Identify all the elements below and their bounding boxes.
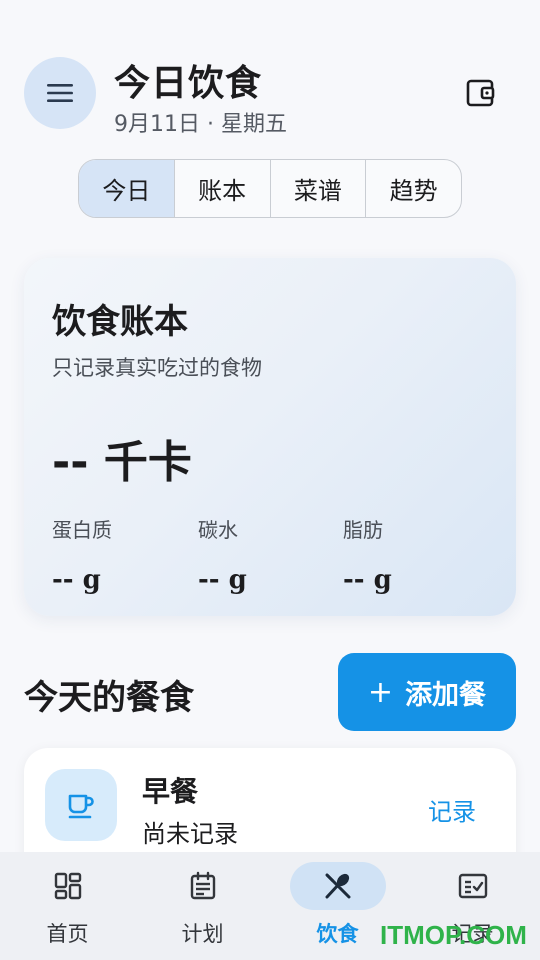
checklist-icon bbox=[458, 873, 487, 899]
macro-carbs: 碳水 -- g bbox=[198, 514, 338, 595]
meals-section-title: 今天的餐食 bbox=[24, 678, 194, 718]
macro-label: 碳水 bbox=[198, 518, 238, 542]
tab-recipes[interactable]: 菜谱 bbox=[271, 160, 367, 217]
menu-button[interactable] bbox=[24, 57, 96, 129]
ledger-card: 饮食账本 只记录真实吃过的食物 -- 千卡 蛋白质 -- g 碳水 -- g 脂… bbox=[24, 258, 516, 616]
macro-value: -- g bbox=[198, 565, 247, 595]
wallet-icon bbox=[466, 79, 495, 107]
tab-today[interactable]: 今日 bbox=[79, 160, 175, 217]
plus-icon: + bbox=[367, 674, 394, 710]
tab-trends[interactable]: 趋势 bbox=[366, 160, 461, 217]
nav-label: 饮食 bbox=[316, 922, 359, 946]
page-title: 今日饮食 bbox=[114, 63, 263, 104]
calendar-icon bbox=[190, 871, 215, 900]
macro-fat: 脂肪 -- g bbox=[343, 514, 483, 595]
nav-item-home[interactable]: 首页 bbox=[0, 852, 135, 960]
nav-label: 首页 bbox=[46, 922, 89, 946]
date-label: 9月11日 · 星期五 bbox=[114, 112, 287, 137]
dashboard-icon bbox=[54, 872, 81, 900]
record-meal-button[interactable]: 记录 bbox=[428, 792, 476, 827]
macro-label: 脂肪 bbox=[343, 518, 383, 542]
segmented-tabs: 今日 账本 菜谱 趋势 bbox=[78, 159, 462, 218]
macro-protein: 蛋白质 -- g bbox=[52, 514, 192, 595]
macro-value: -- g bbox=[52, 565, 101, 595]
nav-label: 计划 bbox=[181, 922, 224, 946]
ledger-title: 饮食账本 bbox=[52, 302, 188, 342]
wallet-button[interactable] bbox=[462, 74, 500, 112]
meal-status: 尚未记录 bbox=[142, 820, 238, 848]
menu-icon bbox=[47, 84, 73, 102]
meal-name: 早餐 bbox=[142, 775, 199, 808]
nav-item-plan[interactable]: 计划 bbox=[135, 852, 270, 960]
macro-label: 蛋白质 bbox=[52, 518, 112, 542]
macro-value: -- g bbox=[343, 565, 392, 595]
add-meal-label: 添加餐 bbox=[405, 679, 487, 711]
calories-value: -- 千卡 bbox=[52, 437, 192, 488]
cup-icon bbox=[68, 794, 94, 819]
add-meal-button[interactable]: + 添加餐 bbox=[338, 653, 516, 731]
utensils-icon bbox=[325, 873, 350, 899]
tab-ledger[interactable]: 账本 bbox=[175, 160, 271, 217]
ledger-subtitle: 只记录真实吃过的食物 bbox=[52, 356, 262, 380]
watermark: ITMOP.COM bbox=[380, 920, 527, 950]
meal-icon-wrap bbox=[45, 769, 117, 841]
